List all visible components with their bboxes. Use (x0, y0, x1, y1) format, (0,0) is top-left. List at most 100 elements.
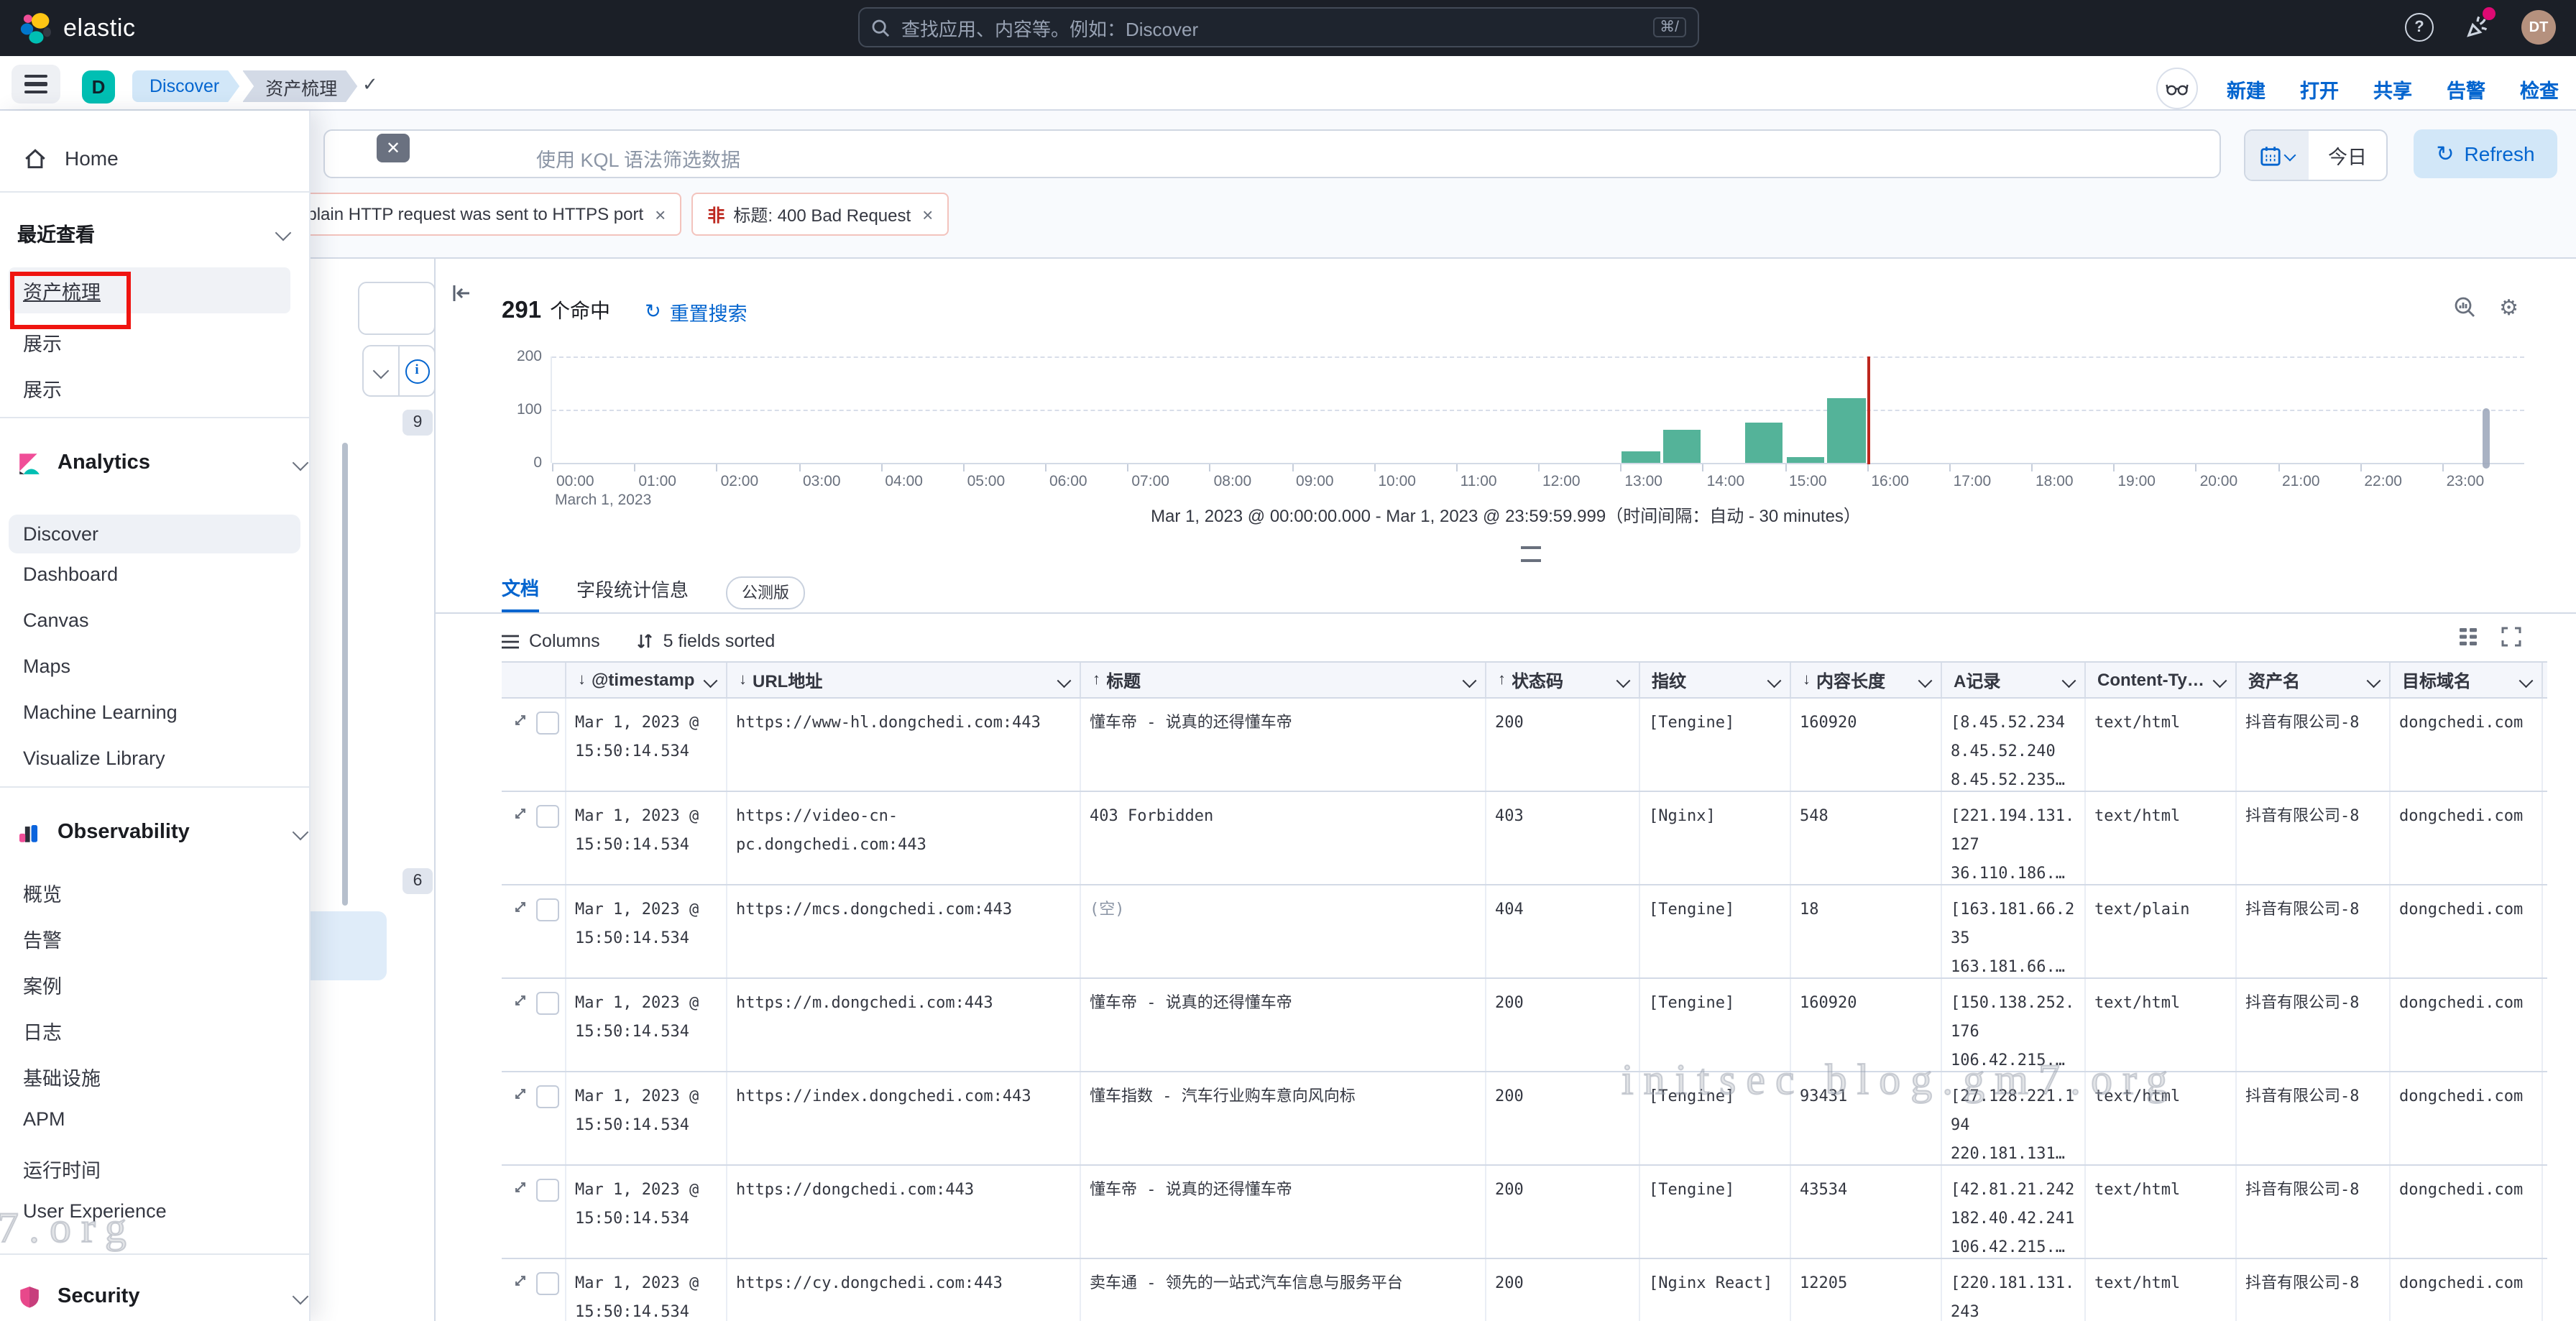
chevron-down-icon[interactable] (364, 346, 398, 395)
breadcrumb-item-0[interactable]: Discover (132, 70, 239, 102)
filter-pill-1[interactable]: 非标题: 400 Bad Request× (691, 193, 949, 236)
chevron-down-icon[interactable] (1057, 673, 1070, 686)
reset-search-link[interactable]: ↻ 重置搜索 (645, 298, 748, 326)
table-header-7[interactable]: Content-Ty… (2086, 663, 2237, 697)
nav-item-recent-2[interactable]: 展示 (23, 374, 62, 402)
toolbar-action-1[interactable]: 打开 (2300, 74, 2339, 103)
table-header-4[interactable]: 指纹 (1640, 663, 1791, 697)
chevron-down-icon[interactable] (703, 673, 716, 686)
table-scrollbar[interactable] (2483, 408, 2490, 469)
table-header-2[interactable]: ↑标题 (1081, 663, 1486, 697)
field-search-box[interactable] (358, 282, 436, 335)
filter-pill-0[interactable]: he plain HTTP request was sent to HTTPS … (267, 193, 681, 236)
remove-filter-icon[interactable]: × (655, 203, 666, 225)
nav-item-observability-5[interactable]: APM (23, 1108, 65, 1130)
tab-2[interactable]: 公测版 (726, 576, 805, 609)
row-checkbox[interactable] (536, 992, 559, 1015)
density-icon[interactable] (2458, 627, 2478, 647)
elastic-logo[interactable]: elastic (19, 11, 136, 45)
row-checkbox[interactable] (536, 1272, 559, 1295)
nav-item-observability-1[interactable]: 告警 (23, 924, 62, 953)
expand-row-icon[interactable] (513, 1272, 528, 1289)
nav-section-security[interactable]: Security (0, 1278, 326, 1315)
toolbar-action-0[interactable]: 新建 (2227, 74, 2266, 103)
row-checkbox[interactable] (536, 1179, 559, 1202)
table-header-9[interactable]: 目标域名 (2391, 663, 2543, 697)
space-badge[interactable]: D (82, 70, 115, 103)
chevron-down-icon[interactable] (2366, 673, 2379, 686)
histogram-plot[interactable]: March 1, 2023 00:0001:0002:0003:0004:000… (551, 356, 2524, 463)
table-header-5[interactable]: ↓内容长度 (1791, 663, 1942, 697)
expand-row-icon[interactable] (513, 898, 528, 916)
table-header-0[interactable]: ↓@timestamp (566, 663, 727, 697)
global-search-input[interactable]: 查找应用、内容等。例如：Discover ⌘/ (858, 7, 1699, 47)
refresh-button[interactable]: ↻ Refresh (2414, 129, 2557, 178)
chevron-down-icon[interactable] (1462, 673, 1475, 686)
nav-item-recent-1[interactable]: 展示 (23, 328, 62, 356)
nav-section-recent[interactable]: 最近查看 (0, 216, 309, 250)
chevron-down-icon[interactable] (2212, 673, 2225, 686)
toolbar-action-2[interactable]: 共享 (2373, 74, 2412, 103)
table-header-6[interactable]: A记录 (1942, 663, 2086, 697)
tab-0[interactable]: 文档 (502, 573, 539, 612)
expand-row-icon[interactable] (513, 1085, 528, 1103)
expand-row-icon[interactable] (513, 712, 528, 729)
row-checkbox[interactable] (536, 805, 559, 828)
nav-item-analytics-5[interactable]: Visualize Library (23, 747, 165, 769)
field-view-options[interactable]: i (362, 345, 436, 397)
row-checkbox[interactable] (536, 1085, 559, 1108)
nav-section-analytics[interactable]: Analytics (0, 444, 326, 482)
table-header-8[interactable]: 资产名 (2237, 663, 2391, 697)
row-checkbox[interactable] (536, 898, 559, 921)
help-button[interactable]: ? (2404, 11, 2435, 43)
nav-item-analytics-0[interactable]: Discover (9, 515, 300, 553)
toolbar-action-4[interactable]: 检查 (2520, 74, 2559, 103)
nav-item-observability-4[interactable]: 基础设施 (23, 1062, 101, 1091)
calendar-segment[interactable] (2245, 131, 2309, 180)
fields-scrollbar[interactable] (342, 443, 348, 906)
chevron-down-icon[interactable] (2518, 673, 2531, 686)
date-picker-button[interactable]: 今日 (2244, 129, 2388, 181)
nav-item-observability-6[interactable]: 运行时间 (23, 1154, 101, 1183)
chevron-down-icon[interactable] (1918, 673, 1931, 686)
nav-item-observability-0[interactable]: 概览 (23, 878, 62, 907)
remove-filter-icon[interactable]: × (922, 203, 933, 225)
toolbar-action-3[interactable]: 告警 (2447, 74, 2485, 103)
info-icon[interactable]: i (398, 346, 434, 395)
sort-fields-button[interactable]: 5 fields sorted (638, 631, 776, 651)
expand-row-icon[interactable] (513, 1179, 528, 1196)
chevron-down-icon[interactable] (1616, 673, 1629, 686)
nav-item-observability-2[interactable]: 案例 (23, 970, 62, 999)
nav-item-analytics-2[interactable]: Canvas (23, 609, 89, 631)
newsfeed-button[interactable] (2461, 11, 2493, 43)
kql-input[interactable]: 使用 KQL 语法筛选数据 (323, 129, 2221, 178)
nav-item-observability-3[interactable]: 日志 (23, 1016, 62, 1045)
gear-icon[interactable]: ⚙ (2499, 297, 2518, 318)
resize-handle[interactable] (1521, 546, 1541, 562)
columns-button[interactable]: Columns (502, 631, 600, 651)
expand-row-icon[interactable] (513, 805, 528, 822)
breadcrumb-item-1[interactable]: 资产梳理 (242, 70, 357, 102)
date-quick-label[interactable]: 今日 (2309, 131, 2386, 180)
table-header-1[interactable]: ↓URL地址 (727, 663, 1081, 697)
nav-menu-button[interactable] (12, 65, 60, 103)
collapse-fields-icon[interactable] (450, 282, 473, 305)
nav-item-analytics-1[interactable]: Dashboard (23, 563, 118, 585)
fullscreen-icon[interactable] (2501, 627, 2521, 647)
nav-home[interactable]: Home (0, 138, 332, 178)
inspect-chart-icon[interactable] (2453, 296, 2476, 319)
chevron-down-icon[interactable] (2061, 673, 2074, 686)
dev-tools-button[interactable] (2156, 68, 2198, 109)
row-checkbox[interactable] (536, 712, 559, 735)
table-header-3[interactable]: ↑状态码 (1486, 663, 1640, 697)
close-button[interactable]: ✕ (377, 134, 410, 162)
user-avatar[interactable]: DT (2521, 10, 2556, 45)
expand-row-icon[interactable] (513, 992, 528, 1009)
nav-section-observability[interactable]: Observability (0, 814, 326, 851)
nav-item-analytics-3[interactable]: Maps (23, 655, 70, 677)
nav-item-analytics-4[interactable]: Machine Learning (23, 701, 178, 723)
selected-field-highlight[interactable] (309, 911, 387, 980)
nav-item-observability-7[interactable]: User Experience (23, 1200, 167, 1222)
tab-1[interactable]: 字段统计信息 (576, 574, 689, 610)
chevron-down-icon[interactable] (1767, 673, 1780, 686)
